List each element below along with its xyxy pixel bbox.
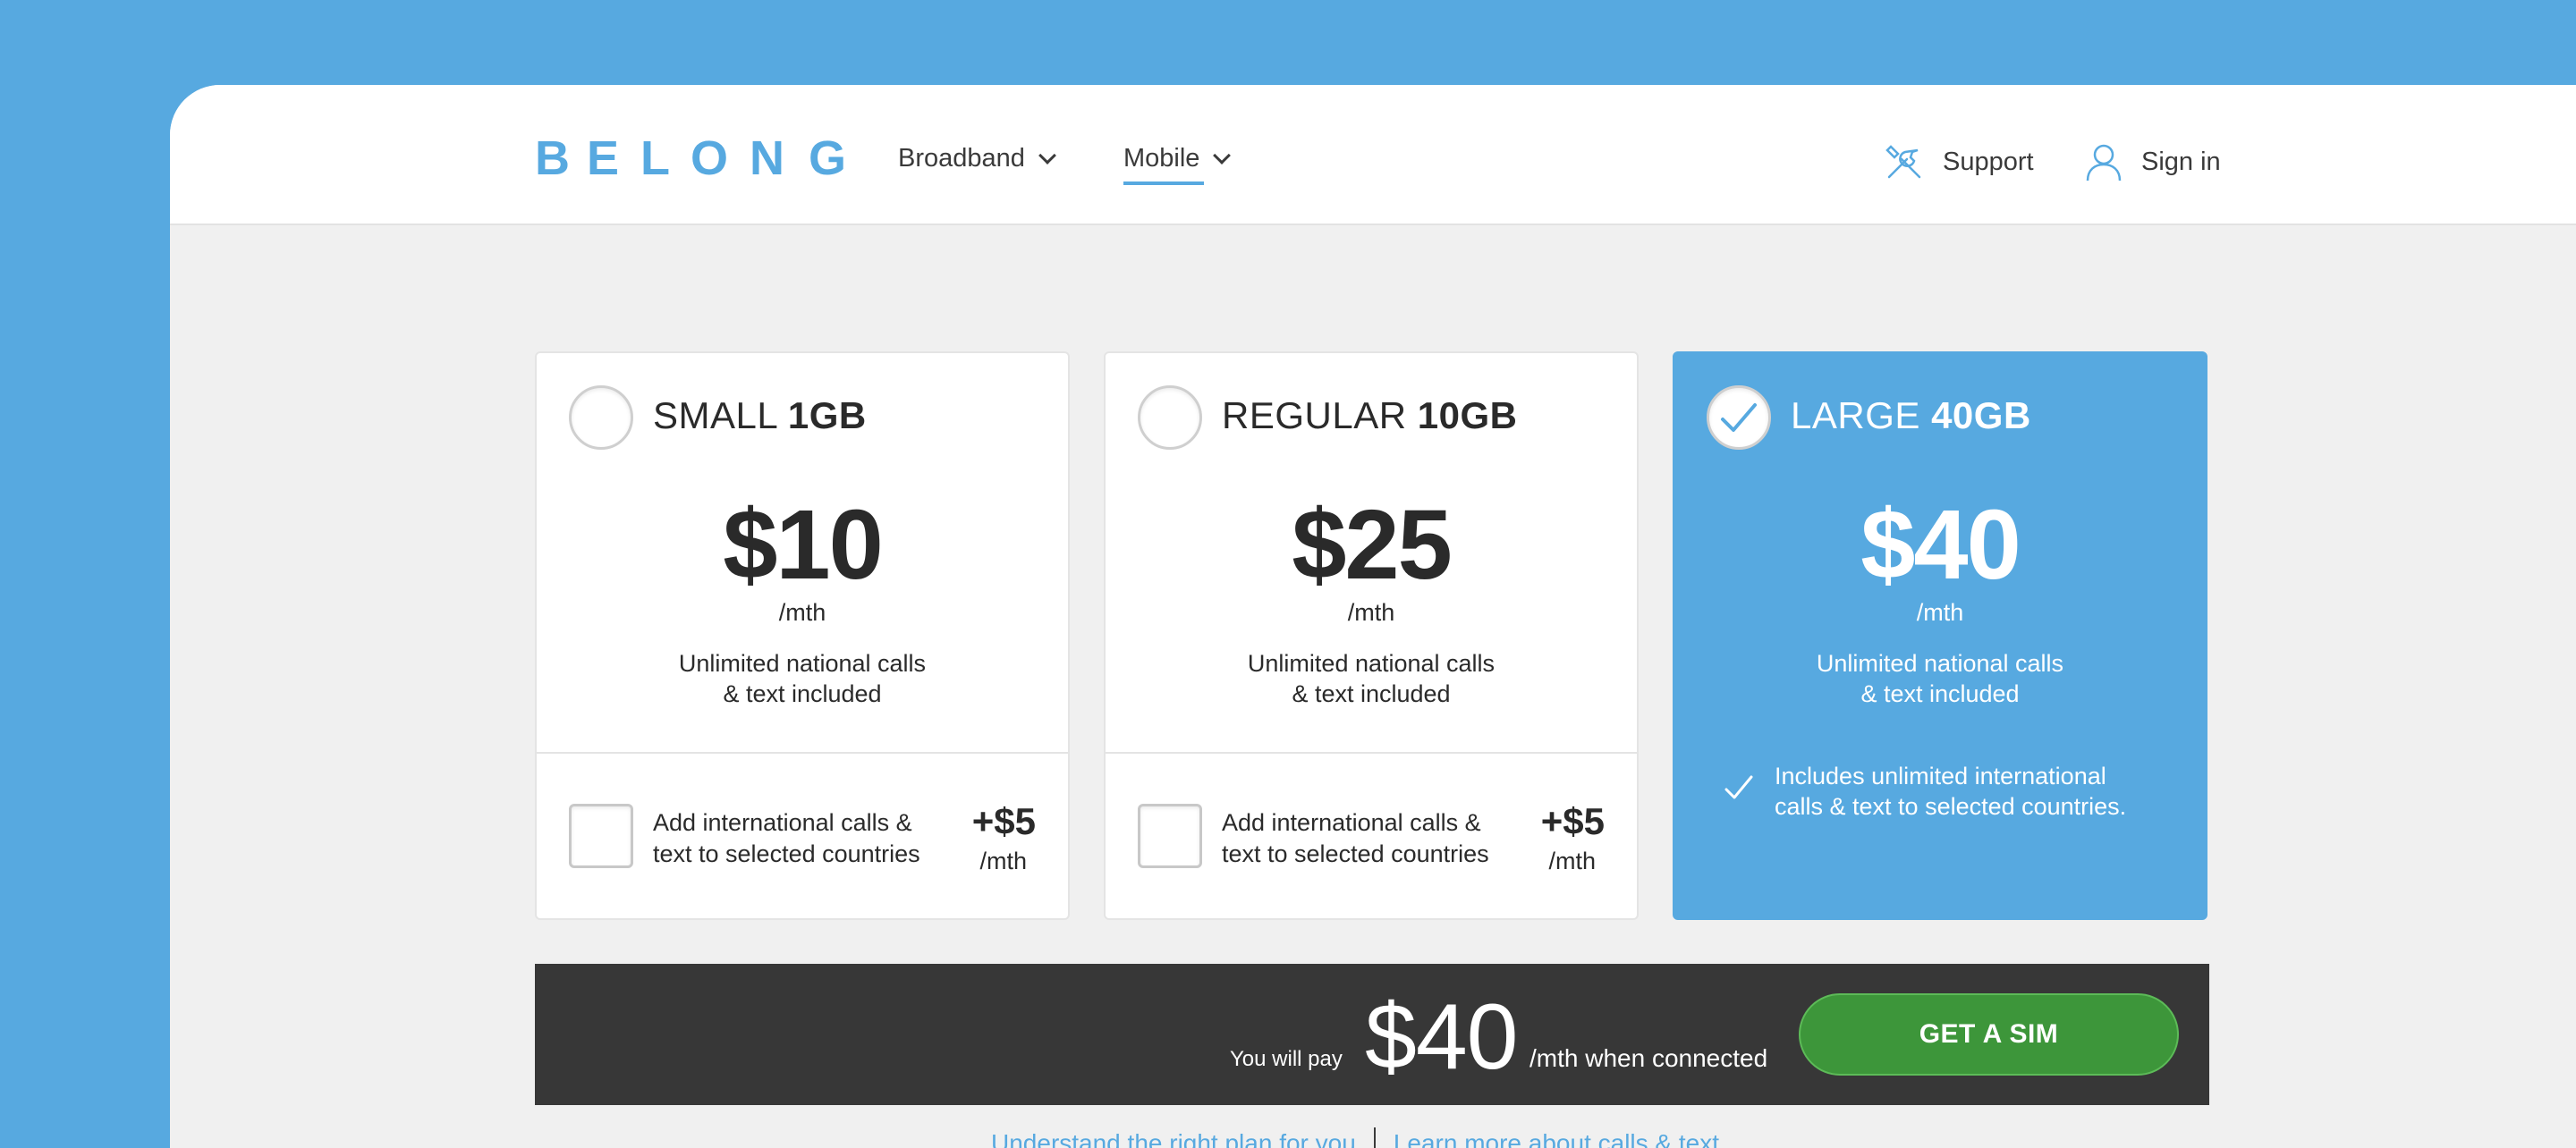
desc-line: Unlimited national calls [678, 650, 927, 677]
plan-radio[interactable] [569, 385, 633, 450]
plan-name-text: SMALL [653, 394, 777, 436]
included-international: Includes unlimited international calls &… [1775, 761, 2168, 822]
link-separator [1373, 1127, 1376, 1148]
addon-line: text to selected countries [1222, 840, 1489, 867]
pay-suffix: /mth when connected [1530, 1044, 1768, 1072]
plan-name-text: REGULAR [1222, 394, 1407, 436]
summary-bar: You will pay $40 /mth when connected GET… [535, 964, 2209, 1105]
addon-checkbox[interactable] [1138, 804, 1202, 868]
desc-line: Unlimited national calls [1816, 650, 2064, 677]
nav-broadband[interactable]: Broadband [898, 144, 1056, 173]
browser-window: B Ǝ L O N G Broadband Mobile Support Sig… [170, 85, 2576, 1148]
addon-period: /mth [1548, 848, 1596, 874]
chevron-down-icon [1213, 146, 1232, 165]
site-header: B Ǝ L O N G Broadband Mobile Support Sig… [170, 85, 2576, 225]
pay-label: You will pay [1230, 1047, 1343, 1071]
signin-link[interactable]: Sign in [2084, 141, 2221, 182]
plan-name-text: LARGE [1791, 394, 1920, 436]
desc-line: & text included [1860, 680, 2020, 707]
plan-price: $10 [723, 490, 884, 600]
plan-description: Unlimited national calls & text included [1106, 648, 1637, 709]
plan-period: /mth [1347, 599, 1395, 626]
signin-label: Sign in [2141, 147, 2221, 176]
plan-data: 10GB [1417, 394, 1518, 436]
desc-line: & text included [1292, 680, 1451, 707]
addon-checkbox[interactable] [569, 804, 633, 868]
plan-radio[interactable] [1138, 385, 1202, 450]
plan-period: /mth [778, 599, 826, 626]
plan-description: Unlimited national calls & text included [537, 648, 1068, 709]
plan-card-small[interactable]: SMALL 1GB $10 /mth Unlimited national ca… [535, 351, 1070, 920]
plan-guide-link[interactable]: Understand the right plan for you [991, 1129, 1356, 1148]
plan-period: /mth [1916, 599, 1964, 626]
logo-letter: N [750, 131, 784, 185]
support-label: Support [1943, 147, 2034, 176]
addon-price: +$5 [971, 800, 1036, 842]
addon-line: text to selected countries [653, 840, 920, 867]
included-line: Includes unlimited international [1775, 763, 2106, 789]
plan-radio-selected[interactable] [1707, 385, 1771, 450]
divider [1106, 752, 1637, 754]
user-icon [2086, 144, 2122, 181]
addon-label: Add international calls & text to select… [653, 807, 948, 870]
addon-line: Add international calls & [653, 809, 912, 836]
tools-icon [1885, 145, 1921, 179]
plan-price: $40 [1860, 490, 2021, 600]
check-icon [1724, 775, 1753, 799]
check-icon [1721, 403, 1757, 432]
logo-letter: G [809, 131, 847, 185]
plan-name: REGULAR 10GB [1222, 394, 1517, 437]
divider [537, 752, 1068, 754]
addon-price: +$5 [1540, 800, 1605, 842]
footer-links: Understand the right plan for you Learn … [991, 1127, 1719, 1148]
logo-letter: L [640, 131, 670, 185]
nav-broadband-label: Broadband [898, 144, 1025, 173]
logo-letter: B [535, 131, 570, 185]
plan-description: Unlimited national calls & text included [1674, 648, 2206, 709]
nav-mobile[interactable]: Mobile [1123, 144, 1232, 185]
calls-text-link[interactable]: Learn more about calls & text [1394, 1129, 1719, 1148]
plan-data: 40GB [1931, 394, 2031, 436]
desc-line: Unlimited national calls [1247, 650, 1496, 677]
plan-card-regular[interactable]: REGULAR 10GB $25 /mth Unlimited national… [1104, 351, 1639, 920]
get-a-sim-button[interactable]: GET A SIM [1799, 993, 2179, 1076]
logo-letter: O [691, 131, 729, 185]
addon-label: Add international calls & text to select… [1222, 807, 1517, 870]
plan-name: LARGE 40GB [1791, 394, 2031, 437]
addon-line: Add international calls & [1222, 809, 1481, 836]
nav-mobile-label: Mobile [1123, 144, 1200, 173]
plan-data: 1GB [787, 394, 867, 436]
logo-letter: Ǝ [587, 131, 620, 185]
support-link[interactable]: Support [1884, 141, 2034, 182]
chevron-down-icon [1038, 146, 1056, 165]
pay-amount: $40 [1365, 985, 1519, 1089]
plan-price: $25 [1292, 490, 1453, 600]
plan-card-large[interactable]: LARGE 40GB $40 /mth Unlimited national c… [1673, 351, 2207, 920]
desc-line: & text included [723, 680, 882, 707]
addon-period: /mth [979, 848, 1027, 874]
plan-name: SMALL 1GB [653, 394, 867, 437]
included-line: calls & text to selected countries. [1775, 793, 2127, 820]
